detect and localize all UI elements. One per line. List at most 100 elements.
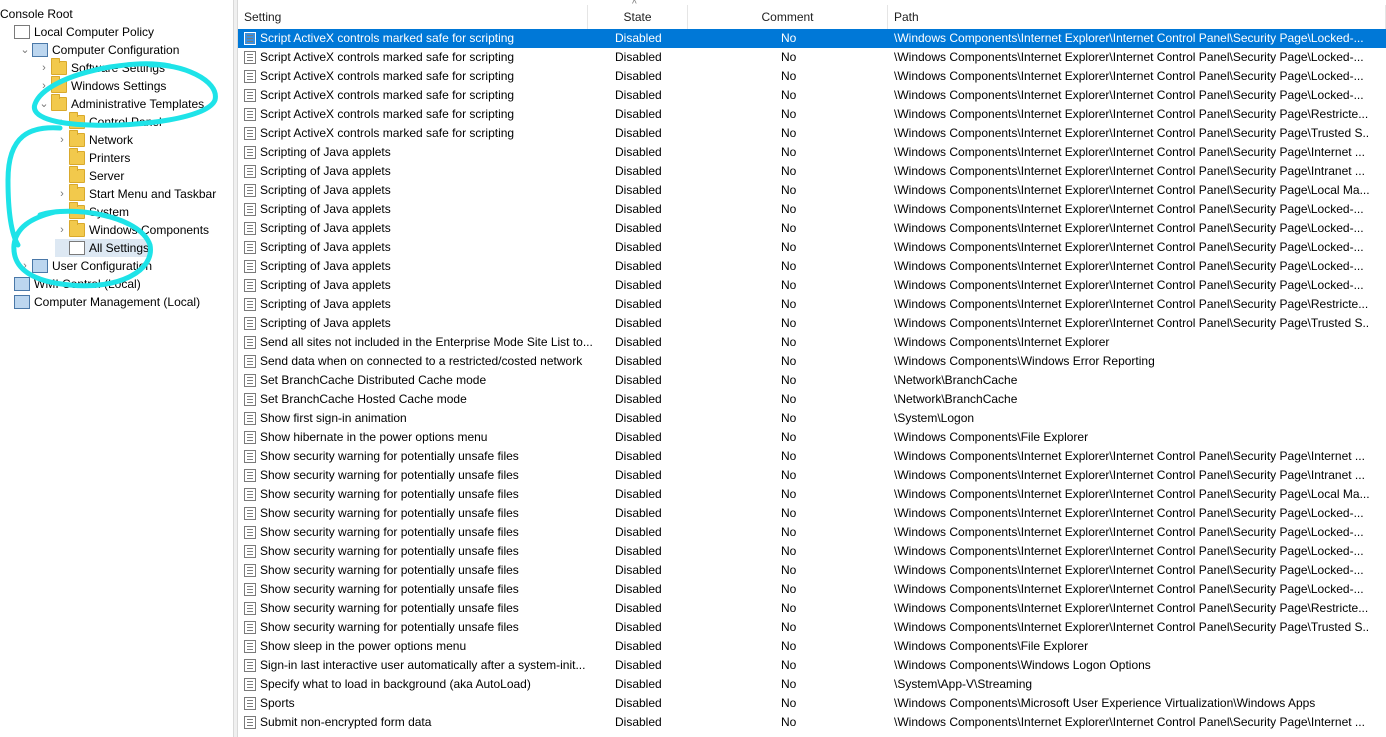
table-row[interactable]: Show security warning for potentially un… <box>238 618 1386 637</box>
chevron-down-icon[interactable]: ⌄ <box>18 41 32 59</box>
cell-setting: Show security warning for potentially un… <box>260 563 519 577</box>
cell-comment: No <box>781 639 797 653</box>
table-row[interactable]: Show first sign-in animation Disabled No \S… <box>238 409 1386 428</box>
table-row[interactable]: Send data when on connected to a restric… <box>238 352 1386 371</box>
tree-item[interactable]: Printers <box>55 148 130 167</box>
column-header-comment[interactable]: Comment <box>688 5 888 29</box>
tree-item[interactable]: › Software Settings <box>37 58 165 77</box>
chevron-right-icon[interactable]: › <box>37 59 51 77</box>
tree-item[interactable]: Computer Management (Local) <box>0 293 200 311</box>
cell-setting: Script ActiveX controls marked safe for … <box>260 50 515 64</box>
table-row[interactable]: Scripting of Java applets Disabled No \Wind… <box>238 181 1386 200</box>
cell-state: Disabled <box>615 430 662 444</box>
chevron-right-icon[interactable]: › <box>18 257 32 275</box>
table-row[interactable]: Scripting of Java applets Disabled No \Wind… <box>238 219 1386 238</box>
tree-item[interactable]: › Network <box>55 130 133 149</box>
tree-item[interactable]: › System <box>55 202 129 221</box>
column-header-state[interactable]: ^ State <box>588 0 688 29</box>
table-row[interactable]: Script ActiveX controls marked safe for … <box>238 105 1386 124</box>
tree-item[interactable]: › Start Menu and Taskbar <box>55 184 216 203</box>
table-row[interactable]: Scripting of Java applets Disabled No \Wind… <box>238 314 1386 333</box>
table-row[interactable]: Send all sites not included in the Enter… <box>238 333 1386 352</box>
tree-item[interactable]: › User Configuration <box>18 257 152 275</box>
tree-item-label: Control Panel <box>89 115 162 129</box>
folder-icon <box>69 220 85 237</box>
column-header-setting[interactable]: Setting <box>238 5 588 29</box>
table-row[interactable]: Script ActiveX controls marked safe for … <box>238 86 1386 105</box>
table-row[interactable]: Show security warning for potentially un… <box>238 466 1386 485</box>
cell-path: \Windows Components\Windows Logon Option… <box>894 658 1151 672</box>
table-row[interactable]: Sports Disabled No \Windows Components\Micr… <box>238 694 1386 713</box>
tree-item[interactable]: Local Computer Policy <box>0 23 154 41</box>
table-row[interactable]: Scripting of Java applets Disabled No \Wind… <box>238 200 1386 219</box>
chevron-right-icon[interactable]: › <box>55 221 69 239</box>
table-row[interactable]: Scripting of Java applets Disabled No \Wind… <box>238 143 1386 162</box>
table-row[interactable]: Script ActiveX controls marked safe for … <box>238 48 1386 67</box>
table-row[interactable]: Set BranchCache Hosted Cache mode Disable… <box>238 390 1386 409</box>
table-row[interactable]: Show security warning for potentially un… <box>238 523 1386 542</box>
cell-path: \Windows Components\Internet Explorer\In… <box>894 221 1364 235</box>
table-row[interactable]: Script ActiveX controls marked safe for … <box>238 29 1386 48</box>
cell-state: Disabled <box>615 601 662 615</box>
tree-item[interactable]: Console Root <box>0 5 73 23</box>
cell-state: Disabled <box>615 563 662 577</box>
chevron-right-icon[interactable]: › <box>37 77 51 95</box>
tree-item-label: User Configuration <box>52 259 153 273</box>
tree-item[interactable]: Server <box>55 166 124 185</box>
tree-item[interactable]: › Windows Settings <box>37 76 166 95</box>
cell-state: Disabled <box>615 677 662 691</box>
folder-icon <box>51 76 67 93</box>
cell-path: \Windows Components\Internet Explorer\In… <box>894 297 1369 311</box>
table-row[interactable]: Scripting of Java applets Disabled No \Wind… <box>238 295 1386 314</box>
table-row[interactable]: Show security warning for potentially un… <box>238 447 1386 466</box>
tree-item[interactable]: › Control Panel <box>55 112 162 131</box>
cell-state: Disabled <box>615 582 662 596</box>
sort-ascending-icon: ^ <box>632 0 637 10</box>
cell-setting: Scripting of Java applets <box>260 183 391 197</box>
tree-item[interactable]: WMI Control (Local) <box>0 275 141 293</box>
table-row[interactable]: Show security warning for potentially un… <box>238 599 1386 618</box>
table-row[interactable]: Scripting of Java applets Disabled No \Wind… <box>238 238 1386 257</box>
chevron-right-icon[interactable]: › <box>55 113 69 131</box>
table-row[interactable]: Specify what to load in background (aka … <box>238 675 1386 694</box>
tree-item[interactable]: All Settings <box>55 239 150 257</box>
table-row[interactable]: Show security warning for potentially un… <box>238 504 1386 523</box>
cell-setting: Scripting of Java applets <box>260 278 391 292</box>
cell-setting: Scripting of Java applets <box>260 145 391 159</box>
table-row[interactable]: Show sleep in the power options menu Disa… <box>238 637 1386 656</box>
tree-item-label: All Settings <box>89 241 150 255</box>
tree-item-label: WMI Control (Local) <box>34 277 141 291</box>
column-header-path[interactable]: Path <box>888 5 1386 29</box>
policy-setting-icon <box>244 127 256 140</box>
cell-state: Disabled <box>615 620 662 634</box>
table-row[interactable]: Set BranchCache Distributed Cache mode Di… <box>238 371 1386 390</box>
cell-comment: No <box>781 563 797 577</box>
chevron-right-icon[interactable]: › <box>55 185 69 203</box>
cell-setting: Sports <box>260 696 295 710</box>
table-row[interactable]: Show security warning for potentially un… <box>238 580 1386 599</box>
cell-path: \Windows Components\Internet Explorer\In… <box>894 240 1364 254</box>
table-row[interactable]: Sign-in last interactive user automatica… <box>238 656 1386 675</box>
table-row[interactable]: Show security warning for potentially un… <box>238 542 1386 561</box>
table-row[interactable]: Script ActiveX controls marked safe for … <box>238 124 1386 143</box>
tree-item[interactable]: ⌄ Computer Configuration <box>18 41 179 59</box>
table-row[interactable]: Scripting of Java applets Disabled No \Wind… <box>238 276 1386 295</box>
cell-path: \Windows Components\Internet Explorer\In… <box>894 164 1365 178</box>
table-row[interactable]: Show security warning for potentially un… <box>238 561 1386 580</box>
table-row[interactable]: Scripting of Java applets Disabled No \Wind… <box>238 162 1386 181</box>
chevron-down-icon[interactable]: ⌄ <box>37 95 51 113</box>
table-row[interactable]: Scripting of Java applets Disabled No \Wind… <box>238 257 1386 276</box>
cell-path: \Windows Components\File Explorer <box>894 639 1089 653</box>
cell-state: Disabled <box>615 525 662 539</box>
table-row[interactable]: Script ActiveX controls marked safe for … <box>238 67 1386 86</box>
tree-item[interactable]: ⌄ Administrative Templates <box>37 94 204 113</box>
cell-comment: No <box>781 525 797 539</box>
tree-item[interactable]: › Windows Components <box>55 220 209 239</box>
chevron-right-icon[interactable]: › <box>55 203 69 221</box>
chevron-right-icon[interactable]: › <box>55 131 69 149</box>
policy-setting-icon <box>244 317 256 330</box>
table-row[interactable]: Show hibernate in the power options menu… <box>238 428 1386 447</box>
cell-setting: Show security warning for potentially un… <box>260 468 519 482</box>
table-row[interactable]: Show security warning for potentially un… <box>238 485 1386 504</box>
table-row[interactable]: Submit non-encrypted form data Disabled No… <box>238 713 1386 732</box>
